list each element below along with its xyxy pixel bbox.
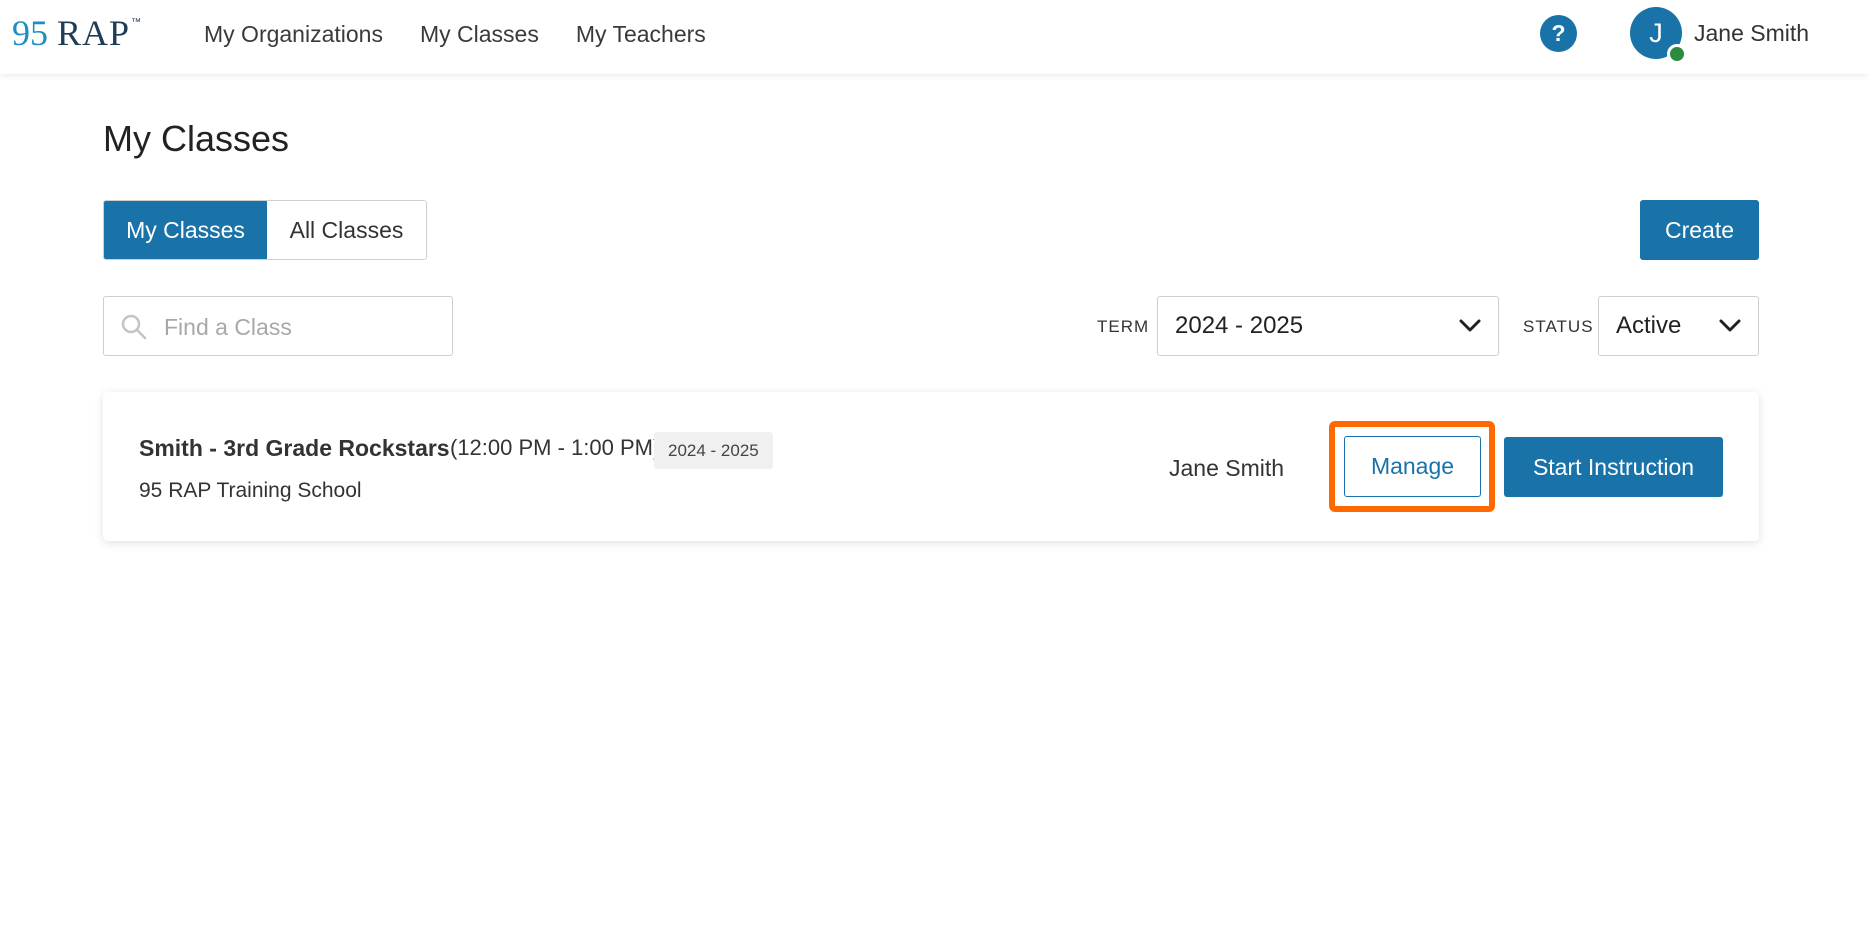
help-icon[interactable]: ? [1540, 15, 1577, 52]
main-nav: My Organizations My Classes My Teachers [204, 0, 743, 68]
teacher-name: Jane Smith [1169, 455, 1285, 481]
school-name: 95 RAP Training School [139, 479, 362, 502]
chevron-down-icon [1719, 319, 1741, 332]
online-status-icon [1667, 44, 1687, 64]
nav-my-teachers[interactable]: My Teachers [576, 21, 706, 48]
term-select-value: 2024 - 2025 [1175, 312, 1304, 339]
class-scope-toggle: My Classes All Classes [103, 200, 427, 260]
create-button[interactable]: Create [1640, 200, 1759, 260]
search-box [103, 296, 453, 356]
page-title: My Classes [103, 118, 290, 159]
nav-my-classes[interactable]: My Classes [420, 21, 539, 48]
toggle-my-classes[interactable]: My Classes [104, 201, 267, 259]
term-select[interactable]: 2024 - 2025 [1157, 296, 1499, 356]
status-select-value: Active [1616, 312, 1682, 339]
top-navbar: 95 RAP ™ My Organizations My Classes My … [0, 0, 1868, 74]
class-time: (12:00 PM - 1:00 PM) [450, 435, 661, 460]
app-logo[interactable]: 95 RAP ™ [12, 12, 142, 53]
logo-number: 95 [12, 13, 48, 53]
class-card: Smith - 3rd Grade Rockstars (12:00 PM - … [103, 392, 1759, 541]
status-select[interactable]: Active [1598, 296, 1759, 356]
search-icon [121, 314, 147, 340]
term-label: TERM [1097, 317, 1150, 336]
toggle-all-classes[interactable]: All Classes [267, 201, 426, 259]
class-name: Smith - 3rd Grade Rockstars [139, 435, 450, 461]
search-input[interactable] [164, 307, 434, 347]
start-instruction-button[interactable]: Start Instruction [1504, 437, 1723, 497]
chevron-down-icon [1459, 319, 1481, 332]
status-label: STATUS [1523, 317, 1594, 336]
logo-word: RAP [57, 13, 131, 53]
nav-my-organizations[interactable]: My Organizations [204, 21, 383, 48]
manage-button[interactable]: Manage [1344, 436, 1481, 497]
logo-trademark: ™ [131, 17, 142, 28]
term-badge: 2024 - 2025 [654, 432, 773, 469]
user-name[interactable]: Jane Smith [1694, 20, 1809, 47]
